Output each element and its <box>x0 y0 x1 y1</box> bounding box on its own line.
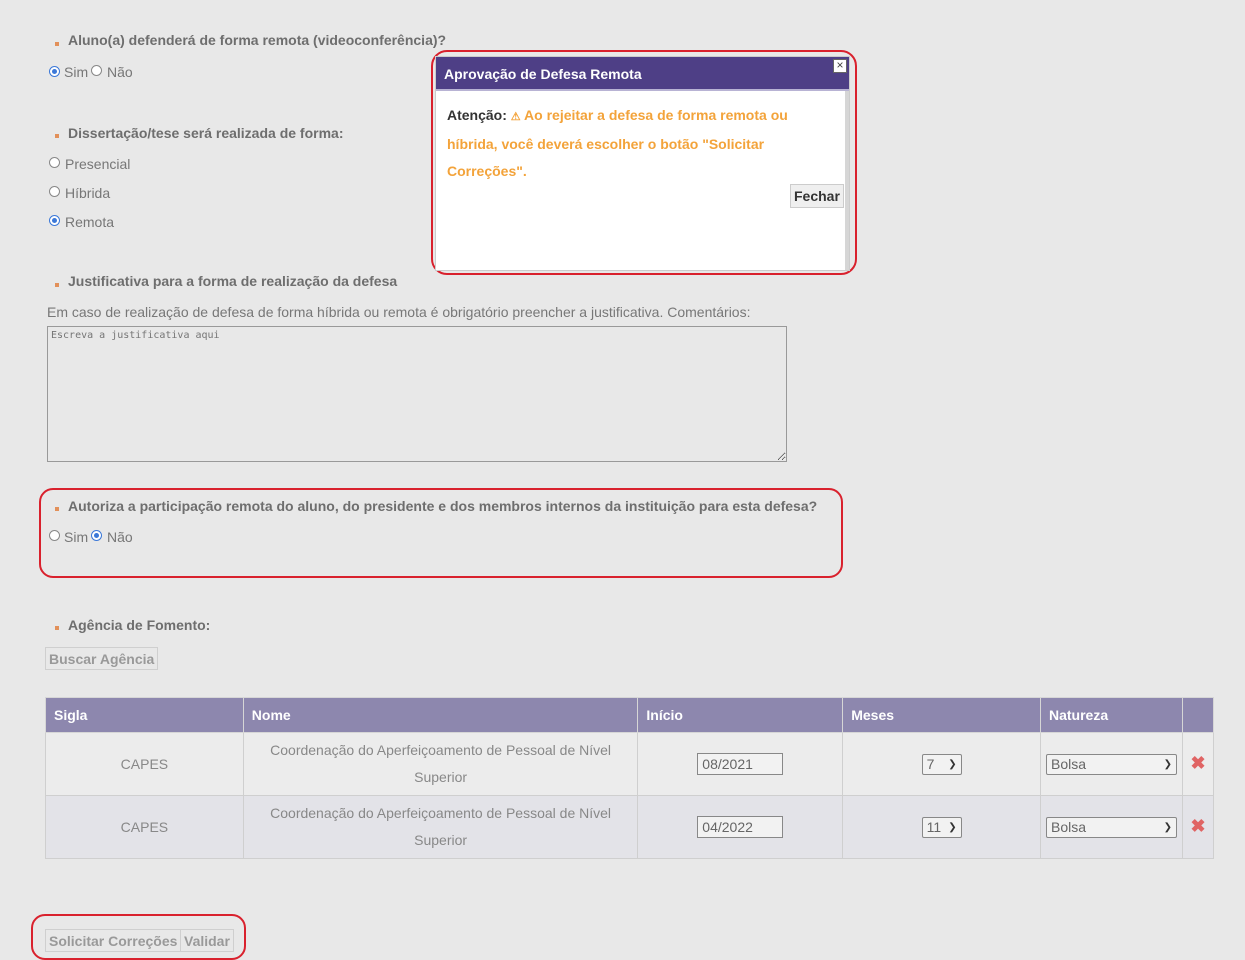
cell-inicio: 08/2021 <box>637 732 844 796</box>
delete-icon[interactable]: ✖ <box>1190 816 1205 836</box>
bullet-icon <box>55 283 59 287</box>
cell-nome: Coordenação do Aperfeiçoamento de Pessoa… <box>242 732 639 796</box>
column-header-actions <box>1181 697 1215 733</box>
close-icon[interactable]: × <box>833 59 847 73</box>
close-dialog-button[interactable]: Fechar <box>790 184 844 208</box>
radio-remote-sim[interactable] <box>49 66 60 77</box>
bullet-icon <box>55 626 59 630</box>
cell-natureza: Bolsa ❯ <box>1040 795 1183 859</box>
agency-table: Sigla Nome Início Meses Natureza CAPES C… <box>45 697 1215 859</box>
radio-remote-sim-label: Sim <box>64 64 89 80</box>
attention-label: Atenção: <box>447 107 507 123</box>
justification-textarea[interactable] <box>47 326 787 462</box>
question-form-title: Dissertação/tese será realizada de forma… <box>68 125 344 141</box>
delete-icon[interactable]: ✖ <box>1190 753 1205 773</box>
dialog-title: Aprovação de Defesa Remota <box>436 57 849 91</box>
question-justification-title: Justificativa para a forma de realização… <box>68 273 398 289</box>
warning-icon: ⚠ <box>510 111 521 123</box>
request-corrections-button[interactable]: Solicitar Correções <box>45 929 182 952</box>
column-header-sigla: Sigla <box>45 697 244 733</box>
radio-remote-nao[interactable] <box>91 65 102 76</box>
radio-form-remota-label: Remota <box>65 214 115 230</box>
cell-nome: Coordenação do Aperfeiçoamento de Pessoa… <box>242 795 639 859</box>
nature-select[interactable]: Bolsa ❯ <box>1045 753 1177 775</box>
table-header-row: Sigla Nome Início Meses Natureza <box>45 697 1215 733</box>
remote-defense-dialog: Aprovação de Defesa Remota × Atenção: ⚠ … <box>436 57 849 270</box>
radio-authorize-nao-label: Não <box>107 529 133 545</box>
cell-meses: 11 ❯ <box>842 795 1041 859</box>
radio-form-remota[interactable] <box>49 215 60 226</box>
radio-form-hibrida[interactable] <box>49 186 60 197</box>
radio-authorize-sim[interactable] <box>49 530 60 541</box>
cell-inicio: 04/2022 <box>637 795 844 859</box>
cell-delete: ✖ <box>1181 732 1215 796</box>
dialog-message: Atenção: ⚠ Ao rejeitar a defesa de forma… <box>447 102 842 185</box>
validate-button[interactable]: Validar <box>180 929 234 952</box>
table-row: CAPES Coordenação do Aperfeiçoamento de … <box>45 795 1215 859</box>
radio-authorize-sim-label: Sim <box>64 529 89 545</box>
column-header-inicio: Início <box>637 697 844 733</box>
cell-natureza: Bolsa ❯ <box>1040 732 1183 796</box>
cell-meses: 7 ❯ <box>842 732 1041 796</box>
question-remote-title: Aluno(a) defenderá de forma remota (vide… <box>68 32 447 48</box>
cell-delete: ✖ <box>1181 795 1215 859</box>
bullet-icon <box>55 507 59 511</box>
chevron-down-icon: ❯ <box>948 758 957 770</box>
column-header-nome: Nome <box>242 697 639 733</box>
bullet-icon <box>55 134 59 138</box>
start-date-input[interactable]: 08/2021 <box>697 752 784 775</box>
question-authorize-title: Autoriza a participação remota do aluno,… <box>68 498 818 514</box>
bullet-icon <box>55 42 59 46</box>
months-select[interactable]: 7 ❯ <box>921 753 962 775</box>
nature-select[interactable]: Bolsa ❯ <box>1045 816 1177 838</box>
chevron-down-icon: ❯ <box>948 821 957 833</box>
dialog-scrollbar[interactable] <box>845 91 849 270</box>
radio-authorize-nao[interactable] <box>91 530 102 541</box>
months-select[interactable]: 11 ❯ <box>921 816 962 838</box>
search-agency-button[interactable]: Buscar Agência <box>45 647 159 670</box>
start-date-input[interactable]: 04/2022 <box>697 815 784 838</box>
radio-form-presencial-label: Presencial <box>65 156 131 172</box>
months-select-value: 7 <box>926 755 935 772</box>
chevron-down-icon: ❯ <box>1163 821 1172 833</box>
cell-sigla: CAPES <box>45 795 244 859</box>
justification-hint: Em caso de realização de defesa de forma… <box>47 304 751 320</box>
radio-remote-nao-label: Não <box>107 64 133 80</box>
chevron-down-icon: ❯ <box>1163 758 1172 770</box>
table-row: CAPES Coordenação do Aperfeiçoamento de … <box>45 732 1215 796</box>
column-header-natureza: Natureza <box>1040 697 1183 733</box>
agency-title: Agência de Fomento: <box>68 617 211 633</box>
radio-form-hibrida-label: Híbrida <box>65 185 111 201</box>
nature-select-value: Bolsa <box>1050 755 1087 772</box>
cell-sigla: CAPES <box>45 732 244 796</box>
months-select-value: 11 <box>926 818 942 835</box>
radio-form-presencial[interactable] <box>49 157 60 168</box>
column-header-meses: Meses <box>842 697 1041 733</box>
nature-select-value: Bolsa <box>1050 818 1087 835</box>
